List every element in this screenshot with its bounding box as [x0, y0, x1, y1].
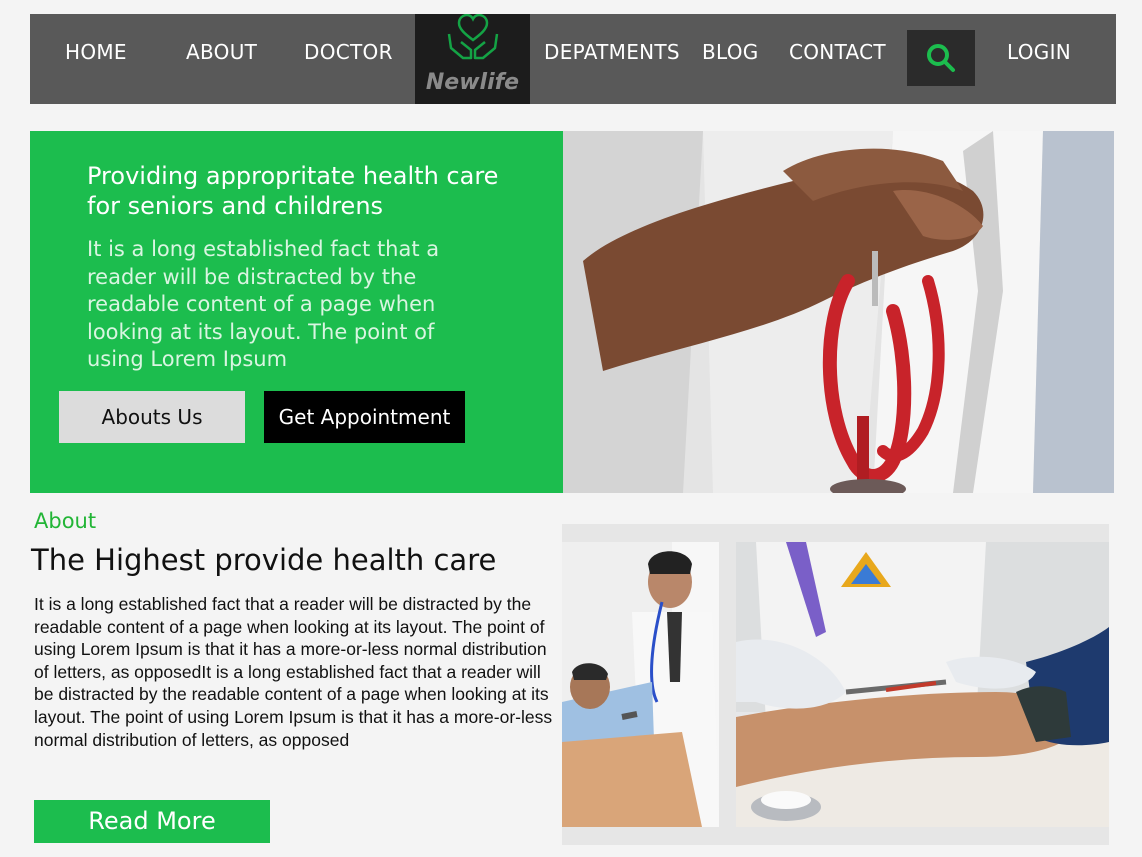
heart-hands-icon: [447, 14, 499, 60]
nav-doctor[interactable]: DOCTOR: [304, 14, 393, 88]
hero-doctor-image: [563, 131, 1114, 493]
about-us-button[interactable]: Abouts Us: [59, 391, 245, 443]
doctor-patient-illustration: [562, 542, 719, 827]
site-logo[interactable]: Newlife: [415, 14, 530, 104]
about-kicker: About: [34, 509, 97, 533]
nav-contact[interactable]: CONTACT: [789, 14, 886, 88]
nav-home[interactable]: HOME: [65, 14, 127, 88]
hero-description: It is a long established fact that a rea…: [87, 237, 440, 371]
injection-procedure-image: [736, 542, 1109, 827]
doctor-stethoscope-illustration: [563, 131, 1114, 493]
search-icon: [927, 44, 955, 72]
logo-text: Newlife: [425, 70, 520, 95]
hero-section: Providing appropritate health care for s…: [30, 131, 1114, 493]
nav-login[interactable]: LOGIN: [1007, 14, 1071, 88]
get-appointment-button[interactable]: Get Appointment: [264, 391, 465, 443]
top-navbar: HOME ABOUT DOCTOR Newlife DEPATMENTS BLO…: [30, 14, 1116, 104]
about-body-text: It is a long established fact that a rea…: [34, 594, 553, 750]
nav-blog[interactable]: BLOG: [702, 14, 759, 88]
nav-about[interactable]: ABOUT: [186, 14, 257, 88]
search-button[interactable]: [907, 30, 975, 86]
about-photos: [562, 524, 1109, 845]
doctor-patient-image: [562, 542, 719, 827]
read-more-button[interactable]: Read More: [34, 800, 270, 843]
about-heading: The Highest provide health care: [31, 543, 497, 577]
hero-title: Providing appropritate health care for s…: [87, 162, 499, 220]
injection-illustration: [736, 542, 1109, 827]
nav-departments[interactable]: DEPATMENTS: [544, 14, 680, 88]
